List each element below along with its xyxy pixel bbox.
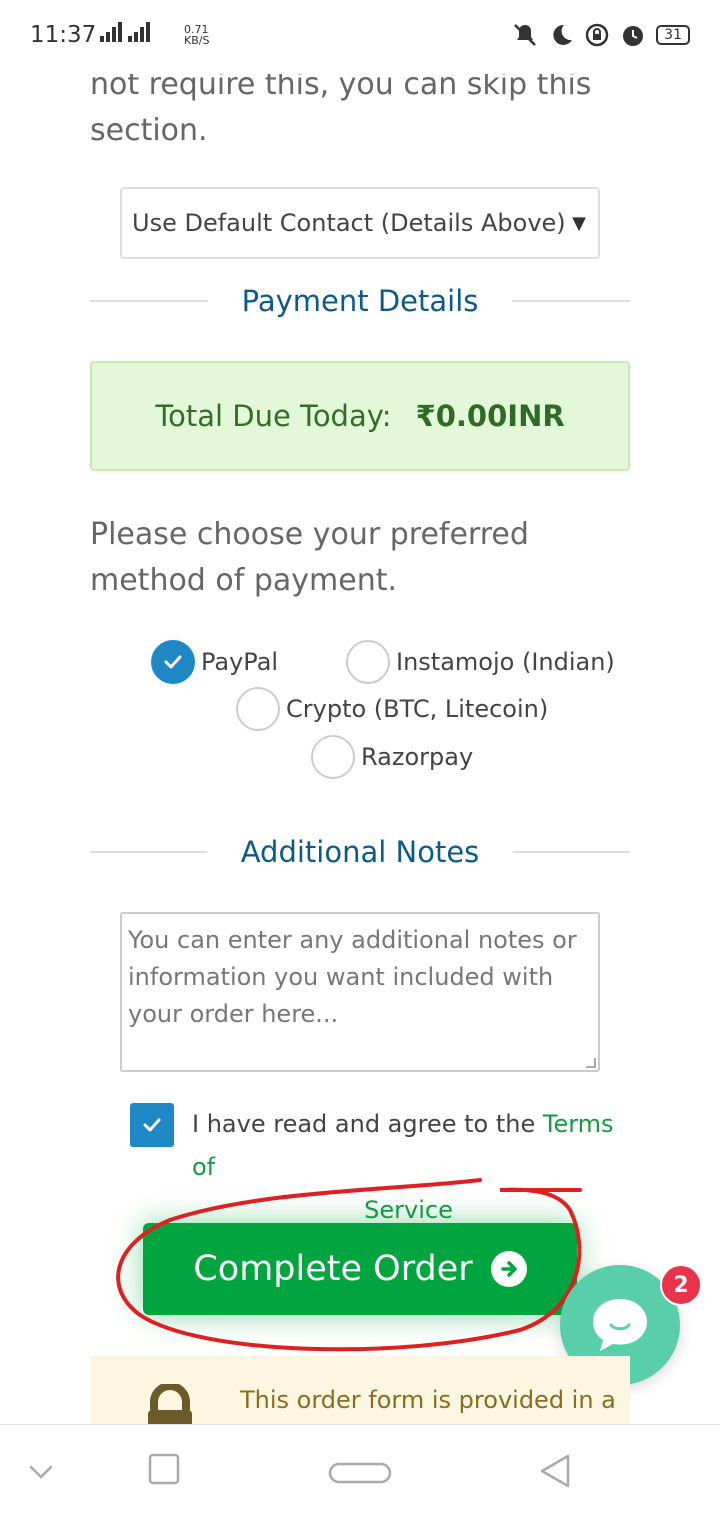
- lock-icon: [148, 1384, 192, 1426]
- additional-notes-heading: Additional Notes: [90, 835, 630, 869]
- radio-circle-icon[interactable]: [346, 640, 390, 684]
- arrow-right-icon: [490, 1251, 527, 1287]
- home-icon[interactable]: [328, 1461, 392, 1485]
- chat-bubble-icon: [593, 1299, 647, 1351]
- contact-select[interactable]: Use Default Contact (Details Above) ▼: [120, 187, 600, 259]
- terms-label: I have read and agree to the Terms of Se…: [192, 1103, 637, 1232]
- terms-text: I have read and agree to the: [192, 1110, 536, 1138]
- payment-option-paypal[interactable]: PayPal: [151, 640, 278, 684]
- divider-line: [90, 300, 208, 302]
- rotation-lock-icon: [584, 22, 610, 48]
- payment-option-instamojo[interactable]: Instamojo (Indian): [346, 640, 615, 684]
- payment-option-label: PayPal: [201, 648, 279, 676]
- moon-icon: [548, 22, 574, 48]
- signal-icons: [100, 20, 150, 42]
- net-speed-unit: KB/S: [184, 34, 210, 47]
- contact-intro-text: not require this, you can skip this sect…: [90, 67, 592, 148]
- radio-circle-icon[interactable]: [311, 735, 355, 779]
- chat-notification-badge: 2: [660, 1264, 702, 1306]
- status-right: 31: [512, 22, 690, 48]
- divider-line: [513, 851, 630, 853]
- checkmark-icon[interactable]: [151, 640, 195, 684]
- contact-select-value: Use Default Contact (Details Above): [132, 209, 566, 237]
- divider-line: [90, 851, 207, 853]
- security-notice-text: This order form is provided in a: [240, 1386, 616, 1414]
- dropdown-arrow-icon: ▼: [572, 213, 586, 234]
- terms-line: I have read and agree to the Terms of: [192, 1103, 637, 1189]
- payment-details-heading: Payment Details: [90, 284, 630, 318]
- total-due-label: Total Due Today:: [155, 399, 392, 433]
- notes-textarea[interactable]: You can enter any additional notes or in…: [120, 912, 600, 1072]
- complete-order-button[interactable]: Complete Order: [143, 1223, 577, 1315]
- total-due-box: Total Due Today: ₹0.00INR: [90, 361, 630, 471]
- payment-option-label: Razorpay: [361, 743, 474, 771]
- checkmark-icon: [143, 1118, 161, 1132]
- recent-apps-icon[interactable]: [148, 1453, 180, 1485]
- status-time: 11:37: [30, 22, 97, 48]
- payment-option-crypto[interactable]: Crypto (BTC, Litecoin): [236, 687, 548, 731]
- payment-option-label: Crypto (BTC, Litecoin): [286, 695, 549, 723]
- notes-placeholder: You can enter any additional notes or in…: [128, 926, 577, 1028]
- signal-bars-2-icon: [128, 20, 150, 42]
- terms-checkbox[interactable]: [130, 1103, 174, 1147]
- radio-circle-icon[interactable]: [236, 687, 280, 731]
- chevron-down-icon[interactable]: [28, 1463, 54, 1481]
- alarm-icon: [620, 22, 646, 48]
- net-speed: 0.71 KB/S: [184, 24, 209, 46]
- payment-method-prompt: Please choose your preferred method of p…: [90, 517, 529, 598]
- status-bar: 11:37 0.71 KB/S 31: [0, 0, 720, 74]
- payment-option-razorpay[interactable]: Razorpay: [311, 735, 473, 779]
- system-nav-bar: [0, 1424, 720, 1520]
- additional-notes-title: Additional Notes: [240, 835, 480, 869]
- signal-bars-icon: [100, 20, 122, 42]
- battery-icon: 31: [656, 25, 690, 45]
- divider-line: [512, 300, 630, 302]
- security-notice: This order form is provided in a: [90, 1356, 630, 1426]
- mute-icon: [512, 22, 538, 48]
- payment-details-title: Payment Details: [241, 284, 479, 318]
- payment-option-label: Instamojo (Indian): [396, 648, 615, 676]
- back-icon[interactable]: [538, 1453, 574, 1489]
- resize-handle-icon[interactable]: [586, 1058, 596, 1068]
- total-due-amount: ₹0.00INR: [415, 399, 565, 433]
- complete-order-label: Complete Order: [193, 1249, 473, 1289]
